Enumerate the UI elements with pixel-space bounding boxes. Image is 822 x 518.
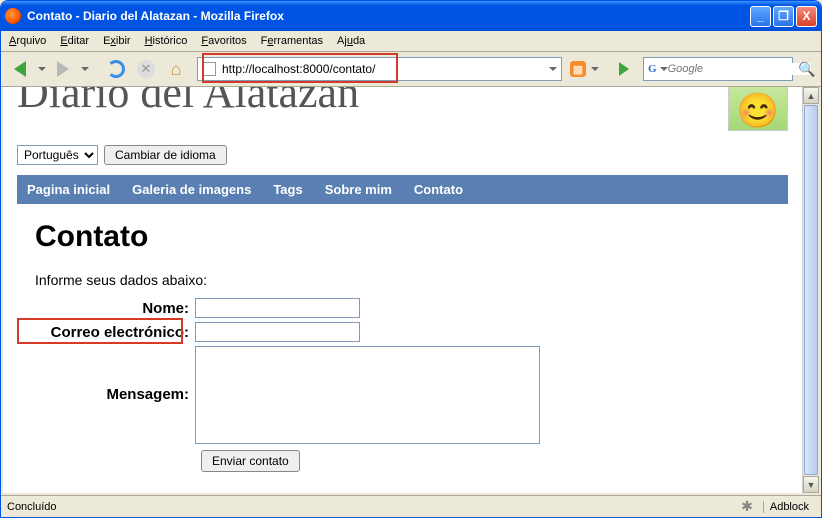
maximize-button[interactable]: ❐ bbox=[773, 6, 794, 27]
forward-button bbox=[50, 56, 76, 82]
google-icon: G bbox=[648, 63, 657, 75]
forward-dropdown-icon bbox=[81, 67, 89, 71]
close-button[interactable]: X bbox=[796, 6, 817, 27]
url-input[interactable] bbox=[222, 62, 548, 76]
language-select[interactable]: Português bbox=[17, 145, 98, 165]
navbar: Pagina inicial Galeria de imagens Tags S… bbox=[17, 175, 788, 204]
home-icon: ⌂ bbox=[171, 59, 182, 80]
label-nome: Nome: bbox=[35, 298, 195, 317]
firefox-icon bbox=[5, 8, 21, 24]
browser-window: Contato - Diario del Alatazan - Mozilla … bbox=[0, 0, 822, 518]
home-button[interactable]: ⌂ bbox=[163, 56, 189, 82]
menu-favoritos[interactable]: Favoritos bbox=[201, 35, 246, 47]
menubar: Arquivo Editar Exibir Histórico Favorito… bbox=[1, 31, 821, 52]
vertical-scrollbar[interactable]: ▲ ▼ bbox=[802, 87, 819, 493]
label-mensagem: Mensagem: bbox=[35, 346, 195, 403]
rss-dropdown-icon[interactable] bbox=[591, 67, 599, 71]
menu-ajuda[interactable]: Ajuda bbox=[337, 35, 365, 47]
nome-field[interactable] bbox=[195, 298, 360, 318]
titlebar[interactable]: Contato - Diario del Alatazan - Mozilla … bbox=[1, 1, 821, 31]
email-field[interactable] bbox=[195, 322, 360, 342]
nav-home[interactable]: Pagina inicial bbox=[27, 182, 110, 197]
scroll-down-button[interactable]: ▼ bbox=[803, 476, 819, 493]
scroll-up-button[interactable]: ▲ bbox=[803, 87, 819, 104]
back-button[interactable] bbox=[7, 56, 33, 82]
minimize-button[interactable]: _ bbox=[750, 6, 771, 27]
page-icon bbox=[202, 62, 216, 76]
adblock-label[interactable]: Adblock bbox=[763, 501, 815, 513]
menu-arquivo[interactable]: Arquivo bbox=[9, 35, 46, 47]
menu-editar[interactable]: Editar bbox=[60, 35, 89, 47]
page-intro: Informe seus dados abaixo: bbox=[35, 272, 770, 288]
go-button[interactable] bbox=[611, 56, 637, 82]
scroll-thumb[interactable] bbox=[804, 105, 818, 475]
window-title: Contato - Diario del Alatazan - Mozilla … bbox=[27, 9, 750, 23]
nav-tags[interactable]: Tags bbox=[273, 182, 302, 197]
security-icon: ✱ bbox=[741, 498, 753, 515]
stop-button: ✕ bbox=[133, 56, 159, 82]
reload-button[interactable] bbox=[103, 56, 129, 82]
site-title: Diario del Alatazan bbox=[17, 87, 359, 118]
content-area: Diario del Alatazan 😊 Português Cambiar … bbox=[1, 87, 821, 495]
menu-exibir[interactable]: Exibir bbox=[103, 35, 131, 47]
change-language-button[interactable]: Cambiar de idioma bbox=[104, 145, 227, 165]
label-email: Correo electrónico: bbox=[35, 322, 195, 341]
menu-historico[interactable]: Histórico bbox=[145, 35, 188, 47]
page: Diario del Alatazan 😊 Português Cambiar … bbox=[3, 87, 802, 493]
rss-icon[interactable]: ▩ bbox=[570, 61, 586, 77]
nav-gallery[interactable]: Galeria de imagens bbox=[132, 182, 251, 197]
search-engine-dropdown-icon[interactable] bbox=[660, 67, 668, 71]
mensagem-field[interactable] bbox=[195, 346, 540, 444]
status-text: Concluído bbox=[7, 501, 741, 513]
url-bar[interactable] bbox=[197, 57, 562, 81]
nav-contact[interactable]: Contato bbox=[414, 182, 463, 197]
statusbar: Concluído ✱ Adblock bbox=[1, 495, 821, 517]
search-input[interactable] bbox=[668, 63, 811, 75]
search-box[interactable]: G bbox=[643, 57, 793, 81]
back-dropdown-icon[interactable] bbox=[38, 67, 46, 71]
toolbar: ✕ ⌂ ▩ G 🔍 bbox=[1, 52, 821, 87]
url-dropdown-icon[interactable] bbox=[549, 67, 557, 71]
menu-ferramentas[interactable]: Ferramentas bbox=[261, 35, 323, 47]
page-heading: Contato bbox=[35, 220, 770, 254]
submit-button[interactable]: Enviar contato bbox=[201, 450, 300, 472]
avatar: 😊 bbox=[728, 87, 788, 131]
nav-about[interactable]: Sobre mim bbox=[325, 182, 392, 197]
search-button[interactable]: 🔍 bbox=[799, 61, 815, 77]
